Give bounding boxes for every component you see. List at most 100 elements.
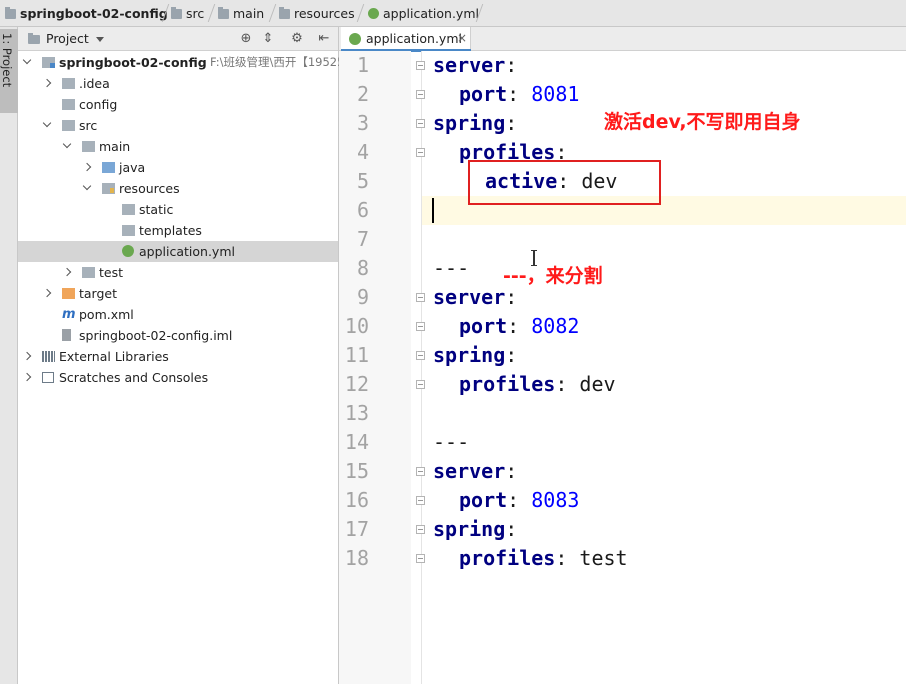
fold-marker-icon[interactable] (416, 293, 425, 302)
tree-item[interactable]: static (18, 199, 338, 220)
module-folder-icon (5, 6, 16, 19)
fold-marker-icon[interactable] (416, 148, 425, 157)
chevron-down-icon[interactable] (42, 118, 52, 128)
locate-file-icon[interactable]: ⊕ (238, 31, 254, 47)
libraries-icon (42, 351, 55, 362)
line-number: 3 (356, 111, 369, 135)
tree-item-label: resources (119, 181, 180, 196)
tree-item-label: .idea (79, 76, 110, 91)
line-number: 9 (356, 285, 369, 309)
tree-item-label: application.yml (139, 244, 235, 259)
chevron-down-icon[interactable] (22, 55, 32, 65)
fold-marker-icon[interactable] (416, 496, 425, 505)
yaml-key: spring (433, 343, 506, 367)
chevron-down-icon[interactable] (62, 139, 72, 149)
hide-panel-icon[interactable]: ⇤ (316, 31, 332, 47)
chevron-right-icon[interactable] (62, 267, 72, 277)
code-line: port: 8083 (459, 486, 579, 515)
tree-item[interactable]: target (18, 283, 338, 304)
line-number: 18 (344, 546, 369, 570)
tree-item[interactable]: springboot-02-config.iml (18, 325, 338, 346)
fold-marker-icon[interactable] (416, 90, 425, 99)
close-icon[interactable]: × (457, 27, 467, 50)
yaml-colon: : (555, 546, 580, 570)
tree-item[interactable]: External Libraries (18, 346, 338, 367)
scratches-icon (42, 372, 54, 383)
code-line: profiles: dev (459, 370, 616, 399)
tree-item-label: templates (139, 223, 202, 238)
line-number: 2 (356, 82, 369, 106)
code-line: spring: (433, 515, 517, 544)
tab-application-yml[interactable]: application.yml × (341, 27, 471, 52)
breadcrumb-item-main[interactable]: main (218, 0, 264, 27)
tree-item-label: Scratches and Consoles (59, 370, 209, 385)
chevron-right-icon[interactable] (42, 288, 52, 298)
gear-icon[interactable]: ⚙ (289, 31, 305, 47)
collapse-all-icon[interactable]: ⇕ (260, 31, 276, 47)
project-view-icon (28, 33, 40, 44)
fold-marker-icon[interactable] (416, 380, 425, 389)
fold-marker-icon[interactable] (416, 322, 425, 331)
yaml-key: spring (433, 517, 506, 541)
line-number: 7 (356, 227, 369, 251)
project-view-selector[interactable]: Project (46, 27, 89, 51)
chevron-right-icon[interactable] (22, 372, 32, 382)
tree-item-label: test (99, 265, 124, 280)
code-line: spring: (433, 341, 517, 370)
tree-item[interactable]: Scratches and Consoles (18, 367, 338, 388)
tree-item[interactable]: application.yml (18, 241, 338, 262)
chevron-right-icon[interactable] (22, 351, 32, 361)
tree-item-label: java (119, 160, 146, 175)
code-line: server: (433, 51, 517, 80)
tree-item[interactable]: springboot-02-config F:\班级管理\西开【19525 (18, 52, 344, 73)
tree-item[interactable]: main (18, 136, 338, 157)
tree-item[interactable]: templates (18, 220, 338, 241)
document-separator: --- (433, 430, 470, 454)
tree-item[interactable]: config (18, 94, 338, 115)
document-separator: --- (433, 256, 470, 280)
tree-item-label: static (139, 202, 174, 217)
chevron-right-icon[interactable] (82, 162, 92, 172)
fold-marker-icon[interactable] (416, 61, 425, 70)
fold-marker-icon[interactable] (416, 351, 425, 360)
yaml-key: server (433, 285, 506, 309)
tree-item[interactable]: java (18, 157, 338, 178)
yaml-key: server (433, 459, 506, 483)
folder-icon (82, 267, 95, 278)
tree-item[interactable]: m pom.xml (18, 304, 338, 325)
yaml-value: dev (579, 372, 616, 396)
breadcrumb-item-project[interactable]: springboot-02-config (5, 0, 168, 27)
yaml-colon: : (505, 343, 518, 367)
project-tool-tab[interactable]: 1: Project (0, 29, 18, 113)
chevron-down-icon[interactable] (96, 37, 104, 42)
line-number: 15 (344, 459, 369, 483)
tree-item[interactable]: resources (18, 178, 338, 199)
yaml-value: 8082 (531, 314, 580, 338)
fold-marker-icon[interactable] (416, 467, 425, 476)
folder-icon (218, 6, 229, 19)
yaml-colon: : (507, 488, 532, 512)
tree-item[interactable]: src (18, 115, 338, 136)
yaml-key: profiles (459, 546, 556, 570)
tree-item-label: config (79, 97, 118, 112)
breadcrumb-item-file[interactable]: application.yml (368, 0, 479, 27)
fold-marker-icon[interactable] (416, 554, 425, 563)
resources-folder-icon (279, 6, 290, 19)
chevron-right-icon[interactable] (42, 78, 52, 88)
yaml-file-icon (368, 8, 379, 19)
breadcrumb-item-src[interactable]: src (171, 0, 204, 27)
line-number: 11 (344, 343, 369, 367)
yaml-value: test (579, 546, 628, 570)
line-number: 17 (344, 517, 369, 541)
yaml-key: port (459, 314, 508, 338)
yaml-colon: : (505, 517, 518, 541)
tree-item[interactable]: .idea (18, 73, 338, 94)
text-cursor-icon (531, 250, 537, 266)
breadcrumb-item-resources[interactable]: resources (279, 0, 355, 27)
fold-marker-icon[interactable] (416, 525, 425, 534)
tree-item[interactable]: test (18, 262, 338, 283)
chevron-down-icon[interactable] (82, 181, 92, 191)
fold-marker-icon[interactable] (416, 119, 425, 128)
yaml-value: 8083 (531, 488, 580, 512)
project-panel: Project ⊕ ⇕ ⚙ ⇤ springboot-02-config F:\班… (18, 27, 344, 684)
